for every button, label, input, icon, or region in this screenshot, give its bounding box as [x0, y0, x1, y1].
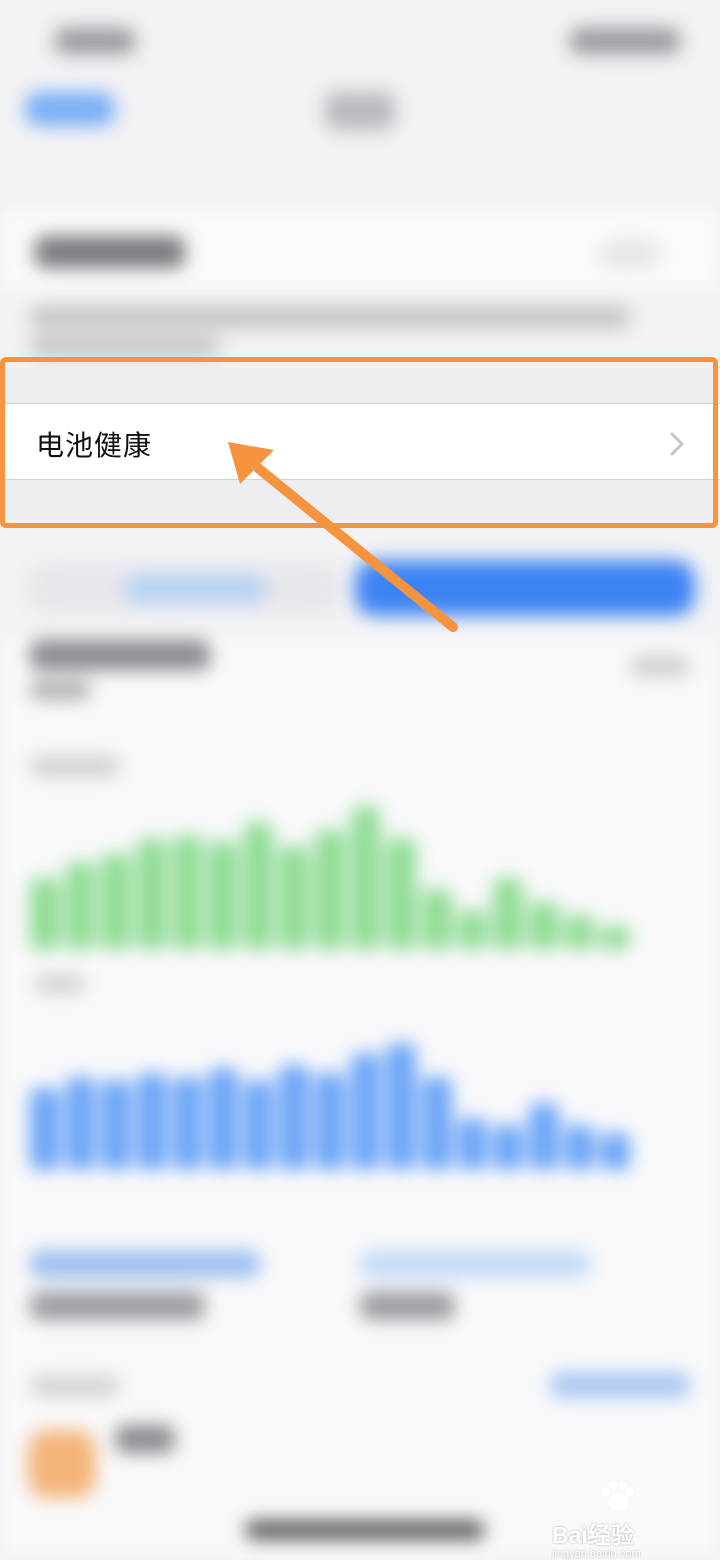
screen-off-label — [360, 1250, 590, 1278]
chart-bar — [350, 806, 381, 950]
section-action[interactable] — [630, 655, 690, 677]
chart-bar — [564, 1125, 595, 1170]
app-name — [115, 1425, 175, 1453]
chart-bar — [315, 830, 345, 950]
watermark-logo: Bai经验 — [552, 1522, 634, 1548]
chart-bar — [386, 1042, 417, 1170]
chart-bar — [315, 1072, 345, 1170]
battery-level-chart — [30, 790, 630, 950]
chart-bar — [243, 822, 274, 950]
chart-bar — [279, 846, 310, 950]
status-bar-indicators — [570, 28, 680, 54]
optimized-charging-label — [35, 236, 185, 268]
chart-bar — [101, 854, 131, 950]
activity-chart — [30, 1020, 630, 1170]
chart-bar — [457, 1117, 488, 1170]
section-title — [30, 640, 210, 670]
show-activity-link[interactable] — [550, 1372, 690, 1398]
chart-bar — [172, 1077, 203, 1170]
app-list-header — [30, 1375, 120, 1397]
screen-off-value — [360, 1292, 455, 1320]
status-bar-time — [55, 28, 135, 54]
chart-bar — [136, 1072, 167, 1170]
section-footer-text — [30, 306, 630, 328]
chart-bar — [493, 1125, 523, 1170]
chart-bar — [600, 926, 630, 950]
optimized-charging-toggle[interactable] — [600, 240, 660, 268]
chart-bar — [279, 1065, 310, 1170]
chart-bar — [65, 1077, 96, 1170]
chart-bar — [350, 1053, 381, 1170]
section-subtitle — [30, 680, 90, 700]
chart-bar — [386, 838, 417, 950]
app-icon — [28, 1430, 96, 1498]
chart-bar — [600, 1132, 630, 1170]
baidu-paw-icon — [602, 1481, 634, 1510]
chart-bar — [493, 878, 523, 950]
chart-bar — [136, 838, 167, 950]
chart-bar — [30, 878, 60, 950]
chart-bar — [208, 1068, 238, 1170]
chart-bar — [457, 910, 488, 950]
home-indicator — [245, 1520, 485, 1540]
chart-label — [30, 755, 120, 777]
chart-bar — [101, 1080, 131, 1170]
watermark-url: jingyan.baidu.com — [552, 1548, 641, 1560]
chart-bar — [528, 902, 559, 950]
chart-bar — [208, 841, 238, 950]
chart-bar — [65, 862, 96, 950]
page-title — [325, 92, 395, 130]
back-button[interactable] — [25, 92, 115, 126]
chart-bar — [528, 1102, 559, 1170]
chart-bar — [564, 914, 595, 950]
chart-bar — [172, 834, 203, 950]
section-footer-text-2 — [30, 336, 220, 356]
chart-axis-label — [35, 975, 85, 993]
chart-bar — [422, 889, 452, 950]
chart-bar — [30, 1087, 60, 1170]
screen-on-label — [30, 1250, 260, 1278]
screen-on-value — [30, 1292, 205, 1320]
chart-bar — [243, 1080, 274, 1170]
arrow-icon — [228, 442, 458, 632]
chart-bar — [422, 1077, 452, 1170]
